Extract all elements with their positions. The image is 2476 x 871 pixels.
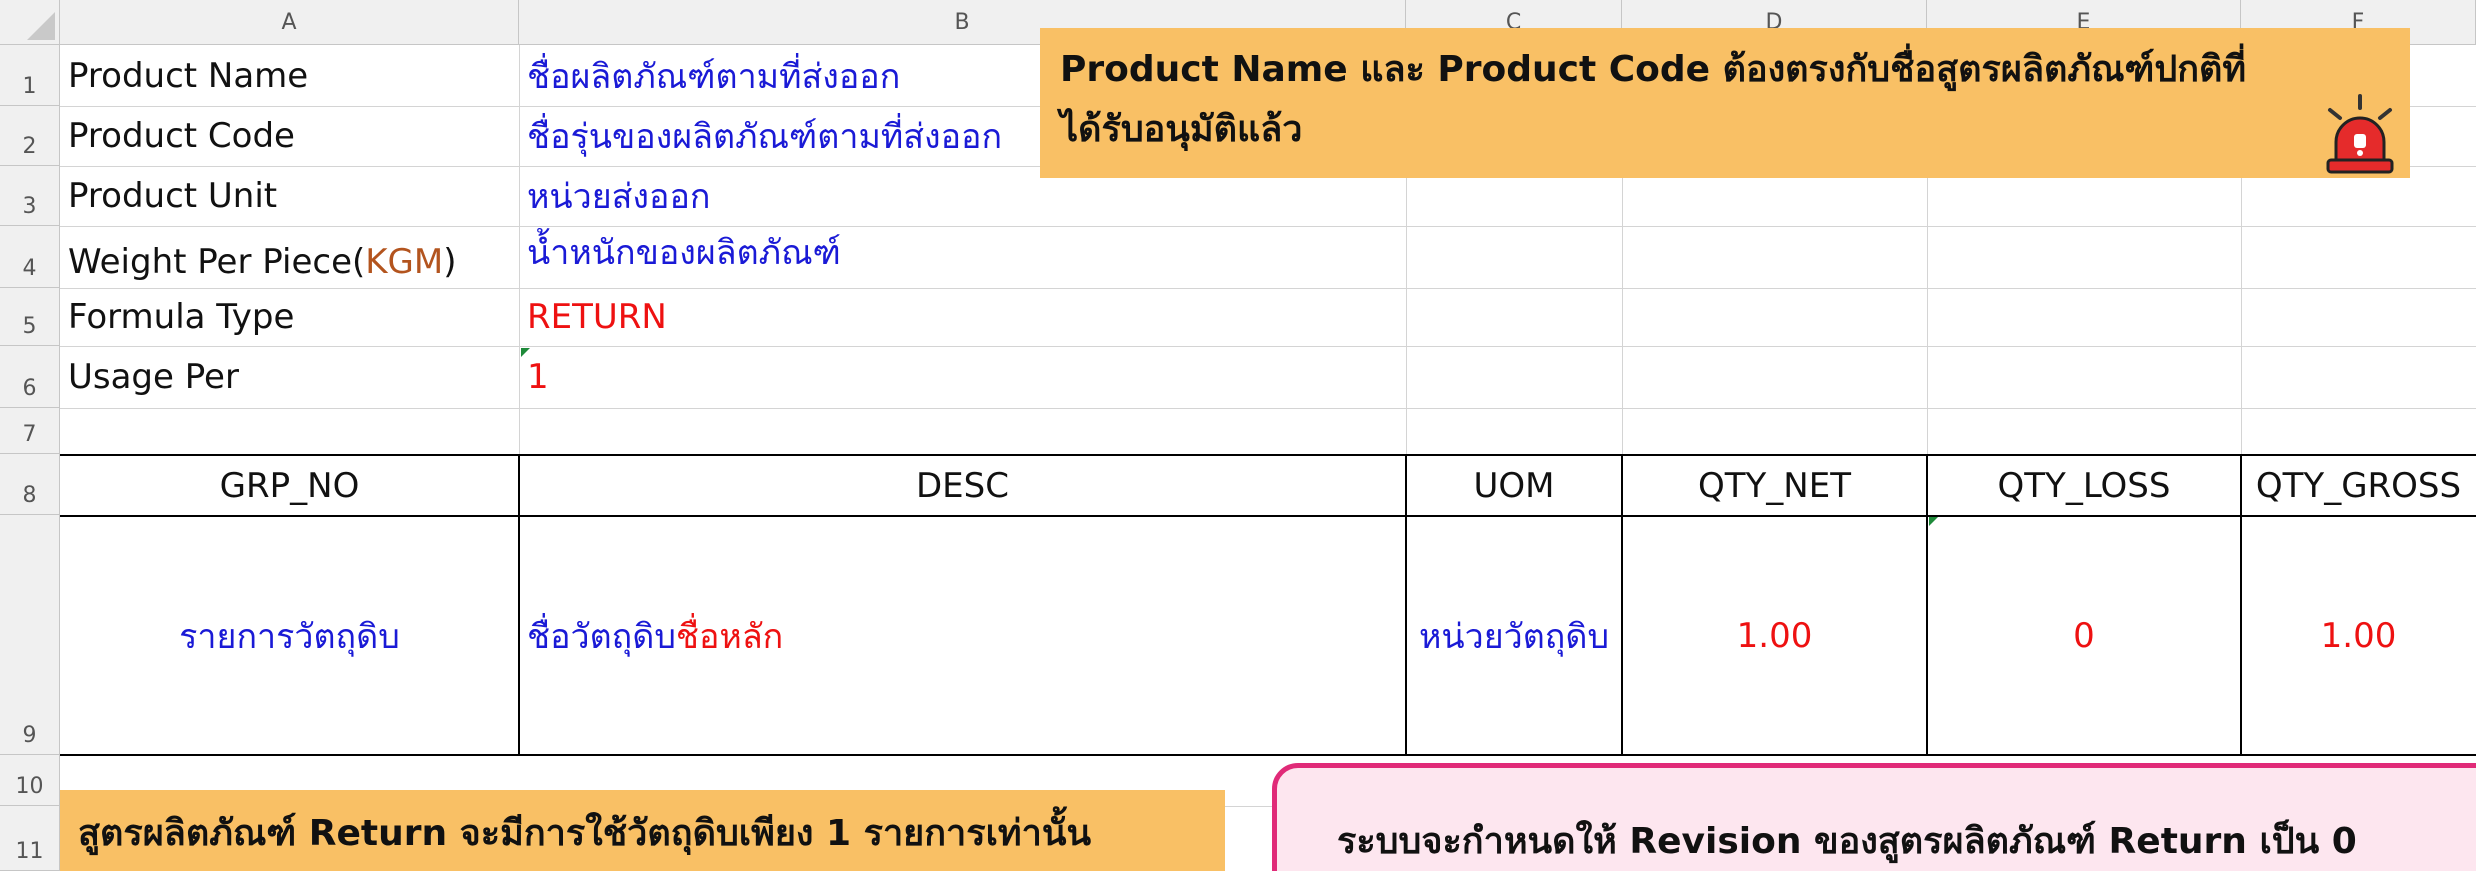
callout-line-2: ได้รับอนุมัติแล้ว xyxy=(1060,109,1303,150)
row-header-3[interactable]: 3 xyxy=(0,166,60,226)
cell-A6-usage-per-label[interactable]: Usage Per xyxy=(60,346,519,408)
callout-revision-note: ระบบจะกำหนดให้ Revision ของสูตรผลิตภัณฑ์… xyxy=(1272,763,2476,871)
desc-material-name: ชื่อวัตถุดิบ xyxy=(527,616,676,657)
td-uom[interactable]: หน่วยวัตถุดิบ xyxy=(1406,517,1622,754)
row-header-7[interactable]: 7 xyxy=(0,408,60,454)
callout-name-code-note: Product Name และ Product Code ต้องตรงกับ… xyxy=(1040,28,2410,178)
th-qty-gross[interactable]: QTY_GROSS xyxy=(2241,456,2476,515)
row-header-4[interactable]: 4 xyxy=(0,226,60,288)
row-header-11[interactable]: 11 xyxy=(0,806,60,871)
select-all-corner[interactable] xyxy=(0,0,60,45)
cell-B6-usage-per-value[interactable]: 1 xyxy=(519,346,1406,408)
td-desc[interactable]: ชื่อวัตถุดิบ ชื่อหลัก xyxy=(519,517,1406,754)
cell-A3-product-unit-label[interactable]: Product Unit xyxy=(60,166,519,226)
cell-B4-weight-value[interactable]: น้ำหนักของผลิตภัณฑ์ xyxy=(519,222,1406,282)
cell-A5-formula-type-label[interactable]: Formula Type xyxy=(60,288,519,346)
callout-revision-text: ระบบจะกำหนดให้ Revision ของสูตรผลิตภัณฑ์… xyxy=(1337,821,2357,862)
cell-B5-formula-type-value[interactable]: RETURN xyxy=(519,288,1406,346)
th-desc[interactable]: DESC xyxy=(519,456,1406,515)
th-uom[interactable]: UOM xyxy=(1406,456,1622,515)
cell-error-indicator-E8 xyxy=(1929,517,1938,526)
cell-A2-product-code-label[interactable]: Product Code xyxy=(60,106,519,166)
td-grp-no[interactable]: รายการวัตถุดิบ xyxy=(60,517,519,754)
column-header-A[interactable]: A xyxy=(60,0,519,45)
td-qty-net[interactable]: 1.00 xyxy=(1622,517,1927,754)
callout-single-material-note: สูตรผลิตภัณฑ์ Return จะมีการใช้วัตถุดิบเ… xyxy=(60,790,1225,871)
td-qty-loss[interactable]: 0 xyxy=(1927,517,2241,754)
th-grp-no[interactable]: GRP_NO xyxy=(60,456,519,515)
siren-alarm-icon xyxy=(2326,94,2394,174)
row-header-2[interactable]: 2 xyxy=(0,106,60,166)
row-header-9[interactable]: 9 xyxy=(0,515,60,755)
row-header-6[interactable]: 6 xyxy=(0,346,60,408)
row-header-8[interactable]: 8 xyxy=(0,454,60,515)
desc-main-name: ชื่อหลัก xyxy=(675,616,784,657)
cell-A4-weight-label[interactable]: Weight Per Piece(KGM) xyxy=(60,232,519,292)
th-qty-net[interactable]: QTY_NET xyxy=(1622,456,1927,515)
weight-unit-text: KGM xyxy=(365,242,444,282)
spreadsheet: A B C D E F 1 2 3 4 5 6 7 8 9 10 11 Prod… xyxy=(0,0,2476,871)
row-header-10[interactable]: 10 xyxy=(0,755,60,806)
td-qty-gross[interactable]: 1.00 xyxy=(2241,517,2476,754)
row-header-1[interactable]: 1 xyxy=(0,45,60,106)
cell-error-indicator xyxy=(521,348,530,357)
weight-label-text: Weight Per Piece( xyxy=(68,242,366,282)
weight-label-close: ) xyxy=(443,242,457,282)
row-header-5[interactable]: 5 xyxy=(0,288,60,346)
cell-A1-product-name-label[interactable]: Product Name xyxy=(60,45,519,106)
callout-line-1: Product Name และ Product Code ต้องตรงกับ… xyxy=(1060,49,2247,90)
th-qty-loss[interactable]: QTY_LOSS xyxy=(1927,456,2241,515)
